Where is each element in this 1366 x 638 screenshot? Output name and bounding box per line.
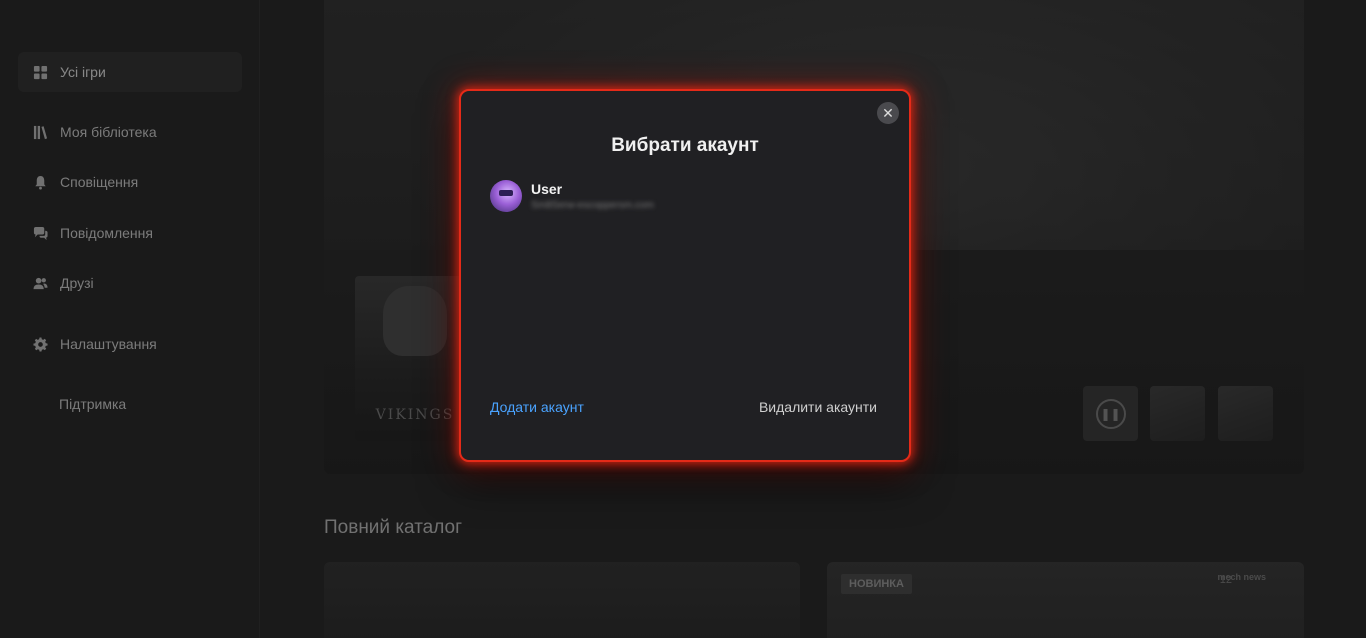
account-email: Sm8Serw-escoppersm.com [531, 200, 654, 211]
add-account-link[interactable]: Додати акаунт [490, 399, 584, 415]
close-button[interactable]: ✕ [877, 102, 899, 124]
select-account-dialog: ✕ Вибрати акаунт User Sm8Serw-escoppersm… [459, 89, 911, 462]
remove-accounts-button[interactable]: Видалити акаунти [759, 399, 877, 415]
account-name: User [531, 181, 563, 197]
account-item[interactable]: User Sm8Serw-escoppersm.com [490, 180, 654, 212]
dialog-title: Вибрати акаунт [611, 135, 759, 156]
avatar [490, 180, 522, 212]
